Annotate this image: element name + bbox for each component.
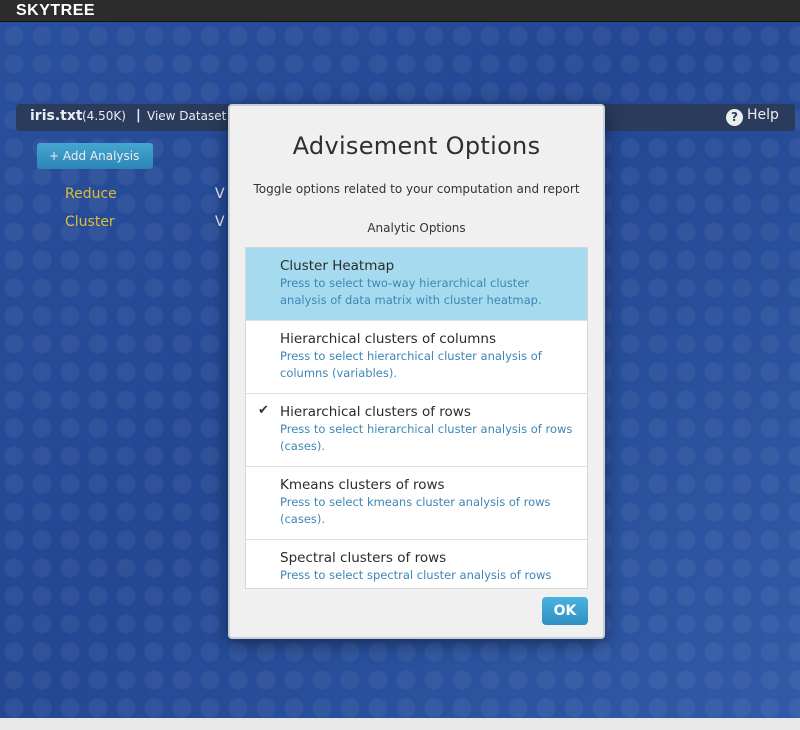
option-spectral-rows[interactable]: Spectral clusters of rows Press to selec… [246, 540, 587, 588]
check-icon: ✔ [258, 403, 269, 418]
option-description: Press to select hierarchical cluster ana… [280, 422, 573, 453]
option-title: Spectral clusters of rows [280, 550, 447, 566]
option-title: Hierarchical clusters of columns [280, 331, 497, 347]
option-kmeans-rows[interactable]: Kmeans clusters of rows Press to select … [246, 467, 587, 540]
ok-button[interactable]: OK [542, 597, 588, 625]
option-hierarchical-columns[interactable]: Hierarchical clusters of columns Press t… [246, 321, 587, 394]
option-title: Kmeans clusters of rows [280, 477, 445, 493]
options-list[interactable]: Cluster Heatmap Press to select two-way … [245, 247, 588, 589]
option-description: Press to select kmeans cluster analysis … [280, 495, 551, 526]
option-hierarchical-rows[interactable]: ✔ Hierarchical clusters of rows Press to… [246, 394, 587, 467]
dialog-subtitle: Toggle options related to your computati… [253, 182, 580, 196]
top-bar: SKYTREE [0, 0, 800, 22]
app-logo: SKYTREE [16, 2, 96, 19]
option-title: Hierarchical clusters of rows [280, 404, 471, 420]
option-title: Cluster Heatmap [280, 258, 395, 274]
option-cluster-heatmap[interactable]: Cluster Heatmap Press to select two-way … [246, 248, 587, 321]
footer-strip [0, 718, 800, 730]
advisement-options-dialog: Advisement Options Toggle options relate… [228, 104, 605, 639]
option-description: Press to select spectral cluster analysi… [280, 568, 552, 582]
option-description: Press to select two-way hierarchical clu… [280, 276, 542, 307]
dialog-title: Advisement Options [292, 132, 541, 160]
option-description: Press to select hierarchical cluster ana… [280, 349, 542, 380]
analytic-options-heading: Analytic Options [367, 221, 466, 235]
